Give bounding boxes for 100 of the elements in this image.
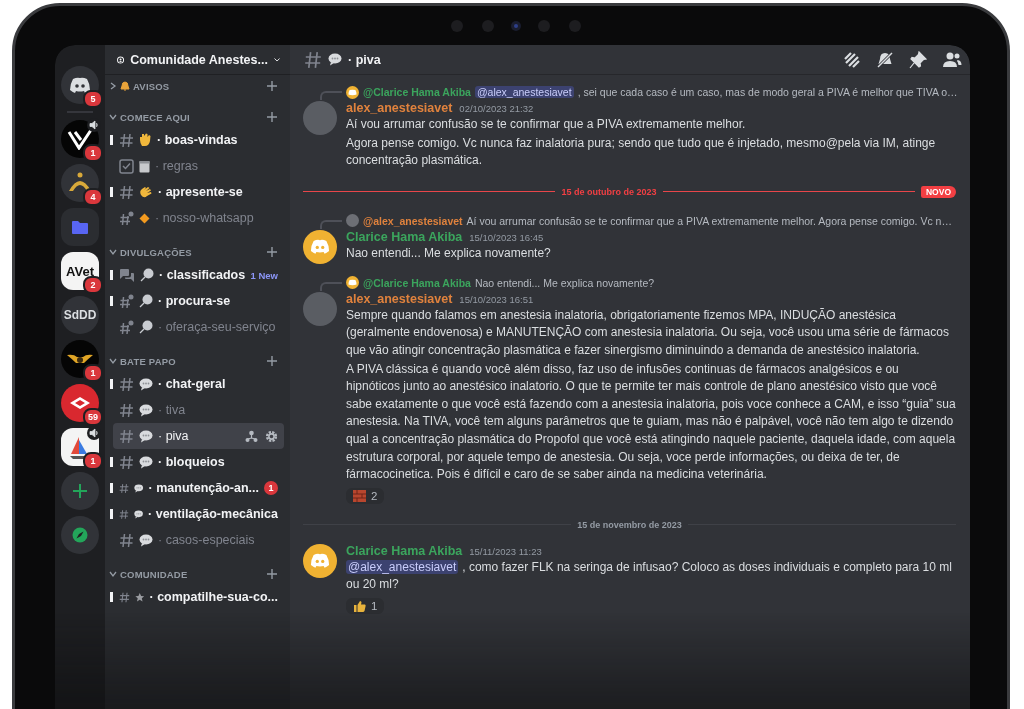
reaction-button[interactable]: 1 bbox=[346, 597, 385, 614]
avatar-photo-placeholder bbox=[346, 214, 359, 228]
channel-item[interactable]: · nosso-whatsapp bbox=[113, 205, 284, 231]
server-initials[interactable]: SdDD bbox=[61, 296, 99, 334]
message-text: Aí vou arrumar confusão se te confirmar que a PIVA extremamente melhor. bbox=[346, 116, 747, 133]
add-channel-icon[interactable] bbox=[267, 356, 277, 366]
speech-bubble-icon bbox=[139, 533, 153, 547]
channel-item[interactable]: · manutenção-an... 1 bbox=[110, 475, 284, 501]
channel-item[interactable]: · procura-se bbox=[110, 288, 284, 314]
new-posts-label: 1 New bbox=[250, 269, 278, 281]
members-icon[interactable] bbox=[942, 50, 962, 69]
speech-bubble-icon bbox=[139, 429, 153, 443]
checkbox-icon bbox=[119, 158, 134, 174]
hash-icon bbox=[119, 319, 134, 335]
message-author[interactable]: Clarice Hama Akiba bbox=[346, 543, 463, 558]
add-server-button[interactable] bbox=[61, 472, 99, 510]
hash-icon bbox=[119, 402, 134, 418]
hash-icon bbox=[304, 50, 322, 69]
add-channel-icon[interactable] bbox=[267, 112, 277, 122]
unread-count-badge: 59 bbox=[83, 408, 103, 426]
channel-item[interactable]: · tiva bbox=[113, 397, 284, 423]
message-author[interactable]: alex_anestesiavet bbox=[346, 101, 453, 115]
chevron-icon bbox=[109, 570, 117, 578]
folder-icon[interactable] bbox=[61, 208, 99, 246]
channel-item[interactable]: · casos-especiais bbox=[113, 527, 284, 553]
balloon-icon bbox=[139, 320, 153, 334]
muted-bell-icon[interactable] bbox=[876, 50, 894, 69]
hash-icon bbox=[119, 293, 134, 309]
message-author[interactable]: alex_anestesiavet bbox=[346, 291, 453, 306]
message-author[interactable]: Clarice Hama Akiba bbox=[346, 229, 463, 244]
reply-author[interactable]: @Clarice Hama Akiba bbox=[363, 86, 471, 98]
chevron-icon bbox=[109, 82, 117, 90]
speech-bubble-icon bbox=[134, 481, 144, 495]
reaction-button[interactable]: 2 bbox=[346, 487, 385, 504]
category-header[interactable]: COMECE AQUI bbox=[105, 107, 290, 127]
discord-logo-icon[interactable] bbox=[61, 66, 99, 104]
unread-count-badge: 5 bbox=[83, 90, 103, 108]
channel-item[interactable]: · boas-vindas bbox=[110, 127, 284, 153]
notepad-icon bbox=[139, 159, 150, 173]
pin-icon[interactable] bbox=[909, 50, 927, 69]
category-header[interactable]: COMUNIDADE bbox=[105, 564, 290, 584]
reply-preview-text[interactable]: Aí vou arrumar confusão se te confirmar que a PIVA extremamente melhor. Agora pense comigo. Vc n… bbox=[466, 214, 952, 227]
unread-count-badge: 1 bbox=[83, 364, 103, 382]
avatar-icon[interactable] bbox=[303, 229, 337, 264]
channel-item[interactable]: · classificados 1 New bbox=[110, 262, 284, 288]
settings-icon[interactable] bbox=[265, 429, 278, 443]
server-logo-icon[interactable] bbox=[61, 164, 99, 202]
date-divider-label: 15 de novembro de 2023 bbox=[577, 519, 682, 530]
reply-author[interactable]: @alex_anestesiavet bbox=[363, 214, 463, 227]
threads-icon[interactable] bbox=[843, 50, 861, 69]
channel-item[interactable]: · piva bbox=[113, 423, 284, 449]
add-channel-icon[interactable] bbox=[267, 569, 277, 579]
server-logo-icon[interactable] bbox=[61, 384, 99, 422]
chevron-icon bbox=[109, 248, 117, 256]
reply-connector bbox=[320, 219, 342, 229]
message-text: Sempre quando falamos em anestesia inalatoria, obrigatoriamente fizemos MPA, INDUÇÃO anestésica (geralmente endovenosa) e MANUTENÇÃO com anestesia inalatoria. Ou seja, você usou uma série de fármacos que vão atingir concentração plasmática e fazer sinergismo diminuindo a demanda de anestésico inalatoria. bbox=[346, 306, 950, 359]
unread-count-badge: 1 bbox=[83, 144, 103, 162]
speaker-icon bbox=[87, 426, 101, 440]
avatar-icon bbox=[346, 85, 359, 99]
message-text: Agora pense comigo. Vc nunca faz inalatoria pura; sendo que tudo que é injetado, mesmo@pela via IM, atinge concentração plasmática. bbox=[346, 134, 937, 170]
category-header[interactable]: BATE PAPO bbox=[105, 351, 290, 371]
chevron-down-icon bbox=[273, 55, 280, 64]
chevron-icon bbox=[109, 113, 117, 121]
compass-icon[interactable] bbox=[61, 516, 99, 554]
channel-item[interactable]: · compatilhe-sua-co... bbox=[110, 584, 284, 610]
hash-icon bbox=[119, 454, 134, 470]
speaker-icon bbox=[87, 118, 101, 132]
mention-link[interactable]: @alex_anestesiavet bbox=[474, 86, 574, 98]
channel-item[interactable]: · bloqueios bbox=[110, 449, 284, 475]
forum-icon bbox=[119, 267, 135, 283]
unread-count-badge: 4 bbox=[83, 188, 103, 206]
channel-item[interactable]: · chat-geral bbox=[110, 371, 284, 397]
add-channel-icon[interactable] bbox=[267, 247, 277, 257]
reply-preview-text[interactable]: Nao entendi... Me explica novamente? bbox=[474, 276, 655, 289]
mention-link[interactable]: @alex_anestesiavet bbox=[346, 559, 459, 574]
category-header[interactable]: AVISOS bbox=[105, 76, 290, 96]
wings-logo-icon[interactable] bbox=[61, 340, 99, 378]
mention-count-badge: 1 bbox=[264, 481, 278, 495]
reply-preview-text[interactable]: , sei que cada caso é um caso, mas de modo geral a PIVA é melhor que TIVA o… bbox=[577, 86, 958, 98]
hash-icon bbox=[119, 376, 134, 392]
reply-author[interactable]: @Clarice Hama Akiba bbox=[363, 276, 471, 289]
invite-icon[interactable] bbox=[245, 429, 258, 443]
bell-icon bbox=[120, 81, 130, 91]
category-header[interactable]: DIVULGAÇÕES bbox=[105, 242, 290, 262]
message-text: @alex_anestesiavet , como fazer FLK na seringa de infusao? Coloco as doses individuais e completo para 10 ml ou 20 ml? bbox=[346, 558, 953, 594]
avatar-icon[interactable] bbox=[303, 543, 337, 578]
unread-count-badge: 1 bbox=[83, 452, 103, 470]
message-timestamp: 02/10/2023 21:32 bbox=[459, 103, 534, 114]
speech-bubble-icon bbox=[328, 53, 342, 66]
message-timestamp: 15/11/2023 11:23 bbox=[469, 545, 542, 557]
brick-icon bbox=[353, 489, 366, 502]
channel-item[interactable]: · oferaça-seu-serviço bbox=[113, 314, 284, 340]
plus-icon bbox=[72, 483, 88, 499]
channel-item[interactable]: · regras bbox=[113, 153, 284, 179]
channel-item[interactable]: · apresente-se bbox=[110, 179, 284, 205]
balloon-icon bbox=[139, 294, 153, 308]
channel-item[interactable]: · ventilação-mecânica bbox=[110, 501, 284, 527]
date-divider-label: 15 de outubro de 2023 bbox=[561, 186, 657, 197]
reply-connector bbox=[320, 91, 342, 100]
add-channel-icon[interactable] bbox=[267, 81, 277, 91]
